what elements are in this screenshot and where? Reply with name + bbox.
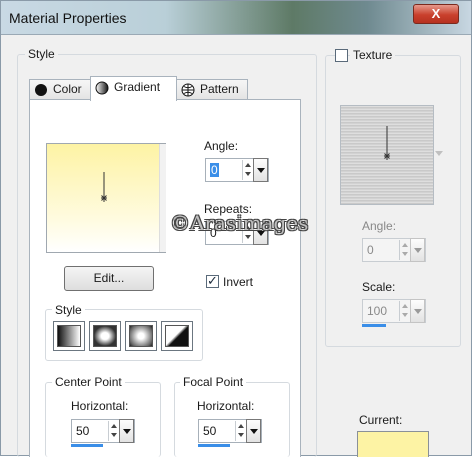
focal-horizontal-label: Horizontal: [197,399,255,413]
texture-angle-value[interactable]: 0 [367,243,374,257]
angle-spinner[interactable]: 0 [205,158,269,182]
focal-horizontal-stepper[interactable] [235,421,246,441]
texture-scale-stepper[interactable] [399,301,410,321]
focal-horizontal-value[interactable]: 50 [203,424,216,438]
close-button[interactable]: X [413,4,459,24]
repeats-label: Repeats: [204,202,253,216]
focal-horizontal-dropdown-button[interactable] [246,419,261,443]
texture-scale-value[interactable]: 100 [367,304,387,318]
style-radial-button[interactable] [161,321,193,351]
repeats-stepper[interactable] [242,223,253,243]
center-horizontal-stepper[interactable] [108,421,119,441]
style-group-label: Style [25,47,58,61]
pattern-icon [181,83,195,97]
sunburst-gradient-icon [129,325,153,347]
center-horizontal-value[interactable]: 50 [76,424,89,438]
invert-label[interactable]: Invert [223,275,253,289]
window-title: Material Properties [9,10,127,26]
material-properties-dialog: Material Properties X Style Color Gradie… [0,0,472,457]
center-horizontal-spinner[interactable]: 50 [71,419,135,443]
current-color-swatch[interactable] [357,431,429,457]
focal-horizontal-slider[interactable] [198,444,230,447]
repeats-value[interactable]: 0 [210,226,217,240]
texture-checkbox[interactable] [335,49,348,62]
close-icon: X [431,6,441,21]
texture-label[interactable]: Texture [350,48,396,62]
edit-gradient-button[interactable]: Edit... [64,266,154,291]
texture-preview[interactable] [340,105,434,205]
angle-value[interactable]: 0 [210,163,219,177]
texture-angle-stepper[interactable] [399,240,410,260]
gradient-icon [95,81,109,95]
gradient-preview[interactable] [46,143,166,253]
center-point-label: Center Point [52,375,125,389]
focal-point-label: Focal Point [180,375,247,389]
texture-angle-dropdown-button[interactable] [410,238,425,262]
chevron-down-icon [435,151,443,156]
texture-angle-spinner[interactable]: 0 [362,238,426,262]
style-sunburst-button[interactable] [125,321,157,351]
center-horizontal-slider[interactable] [71,444,103,447]
focal-horizontal-spinner[interactable]: 50 [198,419,262,443]
texture-scale-label: Scale: [362,280,396,294]
color-icon [35,83,47,96]
tab-color[interactable]: Color [29,79,91,100]
repeats-spinner[interactable]: 0 [205,221,269,245]
current-label: Current: [359,413,403,427]
gradient-angle-indicator [101,172,107,202]
invert-checkbox[interactable] [206,273,219,289]
texture-angle-indicator [384,126,390,160]
style-rectangular-button[interactable] [89,321,121,351]
angle-label: Angle: [204,139,239,153]
center-horizontal-label: Horizontal: [71,399,129,413]
gradient-style-label: Style [52,303,85,317]
rectangular-gradient-icon [93,325,117,347]
tab-pattern[interactable]: Pattern [176,79,248,100]
center-horizontal-dropdown-button[interactable] [119,419,134,443]
texture-angle-label: Angle: [362,219,397,233]
texture-scale-spinner[interactable]: 100 [362,299,426,323]
texture-scale-slider[interactable] [362,324,386,327]
title-bar[interactable]: Material Properties X [1,1,471,35]
preview-scrollbar[interactable] [159,144,166,252]
repeats-dropdown-button[interactable] [253,221,268,245]
linear-gradient-icon [57,325,81,347]
texture-scale-dropdown-button[interactable] [410,299,425,323]
angle-dropdown-button[interactable] [253,158,268,182]
style-linear-button[interactable] [53,321,85,351]
radial-gradient-icon [165,325,189,347]
tab-gradient[interactable]: Gradient [90,76,177,101]
angle-stepper[interactable] [242,160,253,180]
